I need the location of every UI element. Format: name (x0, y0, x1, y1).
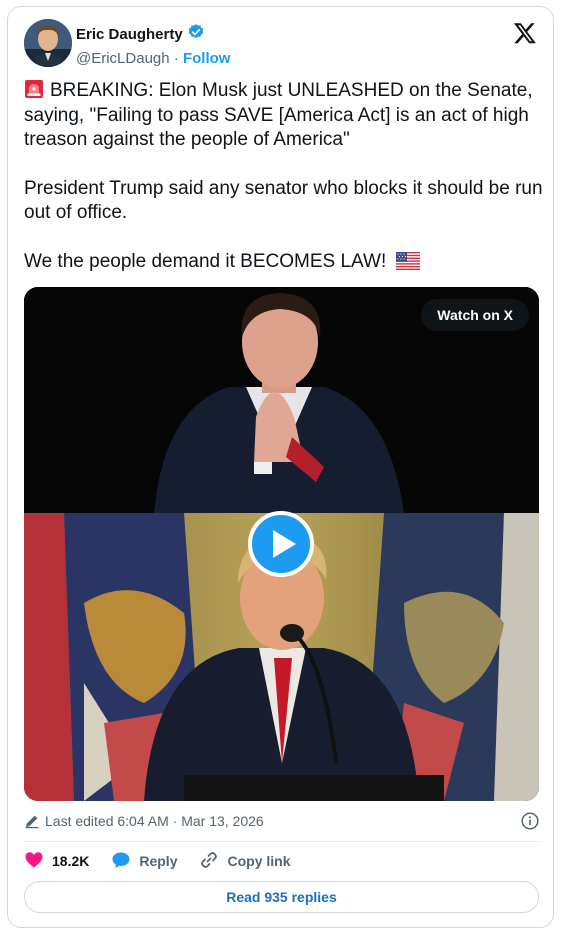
like-count: 18.2K (52, 853, 90, 869)
copy-link-button[interactable]: Copy link (199, 850, 291, 873)
tweet-paragraph-3: We the people demand it BECOMES LAW! (24, 250, 387, 272)
divider (24, 841, 539, 842)
heart-icon (24, 850, 44, 873)
reply-label: Reply (139, 853, 178, 869)
handle-separator: · (169, 50, 183, 67)
tweet-paragraph-2: President Trump said any senator who blo… (24, 177, 543, 224)
avatar[interactable] (24, 19, 72, 67)
video-media[interactable]: Watch on X (24, 287, 539, 801)
follow-link[interactable]: Follow (183, 50, 231, 67)
info-icon[interactable] (521, 812, 539, 830)
edited-meta-row: Last edited 6:04 AM · Mar 13, 2026 (24, 810, 539, 832)
verified-badge-icon (187, 23, 205, 47)
read-replies-button[interactable]: Read 935 replies (24, 881, 539, 913)
us-flag-icon (395, 251, 420, 270)
play-icon[interactable] (248, 511, 314, 577)
x-logo-icon[interactable] (513, 21, 537, 45)
reply-button[interactable]: Reply (111, 850, 177, 873)
copy-link-label: Copy link (227, 853, 291, 869)
pencil-icon (24, 813, 40, 829)
tweet-card: Eric Daugherty @EricLDaugh · Follow BREA… (7, 6, 554, 928)
link-icon (199, 850, 219, 873)
watch-on-x-button[interactable]: Watch on X (421, 299, 529, 331)
rotating-light-icon (24, 79, 44, 99)
like-button[interactable]: 18.2K (24, 850, 89, 873)
tweet-text: BREAKING: Elon Musk just UNLEASHED on th… (24, 79, 544, 274)
speech-bubble-icon (111, 850, 131, 873)
edited-timestamp[interactable]: Last edited 6:04 AM · Mar 13, 2026 (45, 813, 264, 829)
tweet-paragraph-1: BREAKING: Elon Musk just UNLEASHED on th… (24, 80, 533, 150)
actions-row: 18.2K Reply Copy link (24, 849, 313, 873)
author-handle[interactable]: @EricLDaugh (76, 50, 170, 67)
author-name[interactable]: Eric Daugherty (76, 25, 183, 45)
author-block: Eric Daugherty @EricLDaugh · Follow (76, 23, 230, 69)
